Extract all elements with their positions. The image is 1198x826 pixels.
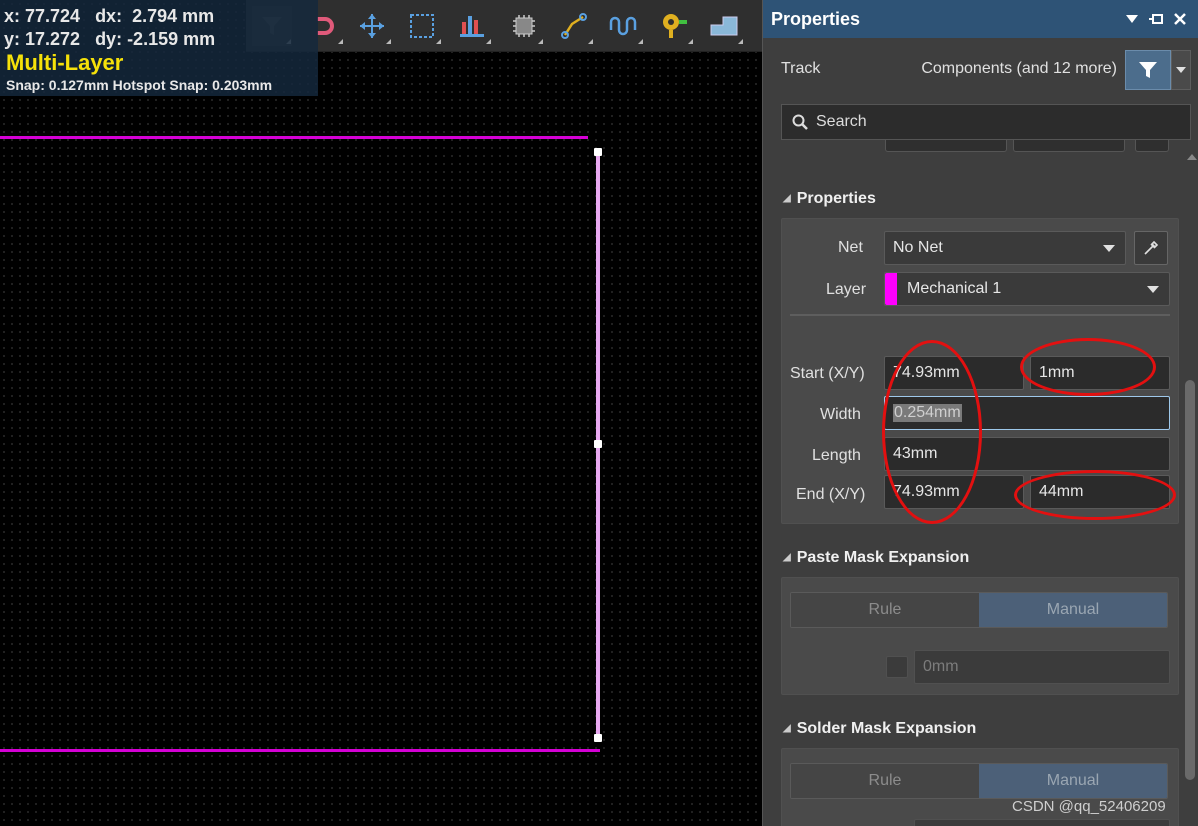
section-divider	[790, 314, 1170, 316]
selection-filter-button[interactable]	[1125, 50, 1171, 90]
panel-menu-icon[interactable]	[1121, 8, 1143, 30]
pad-icon[interactable]	[654, 6, 694, 46]
net-label: Net	[838, 239, 863, 256]
paste-mask-checkbox[interactable]	[886, 656, 908, 678]
solder-mask-manual-option[interactable]: Manual	[979, 764, 1167, 798]
start-x-field[interactable]: 74.93mm	[884, 356, 1024, 390]
collapse-triangle-icon: ◢	[783, 552, 791, 563]
select-rect-icon[interactable]	[402, 6, 442, 46]
start-label: Start (X/Y)	[790, 365, 865, 382]
paste-mask-manual-option[interactable]: Manual	[979, 593, 1167, 627]
layer-label: Layer	[826, 281, 867, 298]
track-start-handle[interactable]	[594, 148, 602, 156]
collapsed-field-stub	[1013, 140, 1125, 152]
start-y-field[interactable]: 1mm	[1030, 356, 1170, 390]
search-placeholder: Search	[816, 113, 867, 130]
active-bar-toolbar	[246, 0, 762, 52]
bar-chart-icon[interactable]	[452, 6, 492, 46]
solder-mask-section-header[interactable]: ◢ Solder Mask Expansion	[783, 720, 976, 738]
track-end-handle[interactable]	[594, 734, 602, 742]
solder-mask-value-field[interactable]	[914, 819, 1170, 826]
hud-x-readout: x: 77.724 dx: 2.794 mm	[4, 6, 215, 26]
end-label: End (X/Y)	[796, 486, 866, 503]
move-icon[interactable]	[352, 6, 392, 46]
panel-header: Properties	[763, 0, 1198, 38]
net-picker-button[interactable]	[1134, 231, 1168, 265]
end-y-field[interactable]: 44mm	[1030, 475, 1170, 509]
chevron-down-icon	[1103, 245, 1115, 252]
filter-summary-label: Components (and 12 more)	[921, 60, 1117, 77]
eyedropper-icon	[1144, 240, 1159, 255]
polygon-icon[interactable]	[704, 6, 744, 46]
collapsed-field-stub	[885, 140, 1007, 152]
track-top[interactable]	[0, 136, 588, 139]
chevron-down-icon	[1147, 286, 1159, 293]
tune-length-icon[interactable]	[604, 6, 644, 46]
paste-mask-rule-option[interactable]: Rule	[791, 593, 979, 627]
component-icon[interactable]	[504, 6, 544, 46]
properties-section-header[interactable]: ◢ Properties	[783, 190, 876, 208]
track-bottom[interactable]	[0, 749, 600, 752]
panel-scroll-content: ◢ Properties Net No Net Layer Mechanical …	[763, 140, 1183, 826]
route-icon[interactable]	[554, 6, 594, 46]
hud-snap-info: Snap: 0.127mm Hotspot Snap: 0.203mm	[6, 77, 273, 93]
panel-title: Properties	[771, 8, 861, 29]
end-x-field[interactable]: 74.93mm	[884, 475, 1024, 509]
solder-mask-rule-option[interactable]: Rule	[791, 764, 979, 798]
collapse-triangle-icon: ◢	[783, 193, 791, 204]
net-dropdown[interactable]: No Net	[884, 231, 1126, 265]
heads-up-display: x: 77.724 dx: 2.794 mm y: 17.272 dy: -2.…	[0, 0, 318, 96]
properties-group: Net No Net Layer Mechanical 1 Start (X/Y…	[781, 218, 1179, 524]
pcb-canvas[interactable]: x: 77.724 dx: 2.794 mm y: 17.272 dy: -2.…	[0, 0, 762, 826]
layer-color-swatch	[885, 273, 897, 305]
paste-mask-mode-toggle[interactable]: Rule Manual	[790, 592, 1168, 628]
length-label: Length	[812, 447, 861, 464]
scrollbar-thumb[interactable]	[1185, 380, 1195, 780]
width-field[interactable]: 0.254mm	[884, 396, 1170, 430]
search-icon	[792, 114, 808, 130]
collapse-triangle-icon: ◢	[783, 723, 791, 734]
solder-mask-mode-toggle[interactable]: Rule Manual	[790, 763, 1168, 799]
width-label: Width	[820, 406, 861, 423]
paste-mask-section-header[interactable]: ◢ Paste Mask Expansion	[783, 549, 969, 567]
collapsed-field-stub	[1135, 140, 1169, 152]
paste-mask-value-field[interactable]: 0mm	[914, 650, 1170, 684]
watermark: CSDN @qq_52406209	[1012, 798, 1166, 815]
hud-y-readout: y: 17.272 dy: -2.159 mm	[4, 29, 216, 49]
length-field[interactable]: 43mm	[884, 437, 1170, 471]
track-mid-handle[interactable]	[594, 440, 602, 448]
close-icon[interactable]	[1169, 8, 1191, 30]
layer-dropdown[interactable]: Mechanical 1	[884, 272, 1170, 306]
hud-layer-name: Multi-Layer	[6, 50, 124, 75]
search-input[interactable]: Search	[781, 104, 1191, 140]
object-kind-label: Track	[781, 60, 821, 77]
selection-filter-dropdown[interactable]	[1171, 50, 1191, 90]
paste-mask-group: Rule Manual 0mm	[781, 577, 1179, 695]
pin-icon[interactable]	[1145, 8, 1167, 30]
scroll-up-icon[interactable]	[1187, 154, 1197, 160]
properties-panel: Properties Track Components (and 12 more…	[762, 0, 1198, 826]
width-value-selection: 0.254mm	[893, 404, 962, 422]
